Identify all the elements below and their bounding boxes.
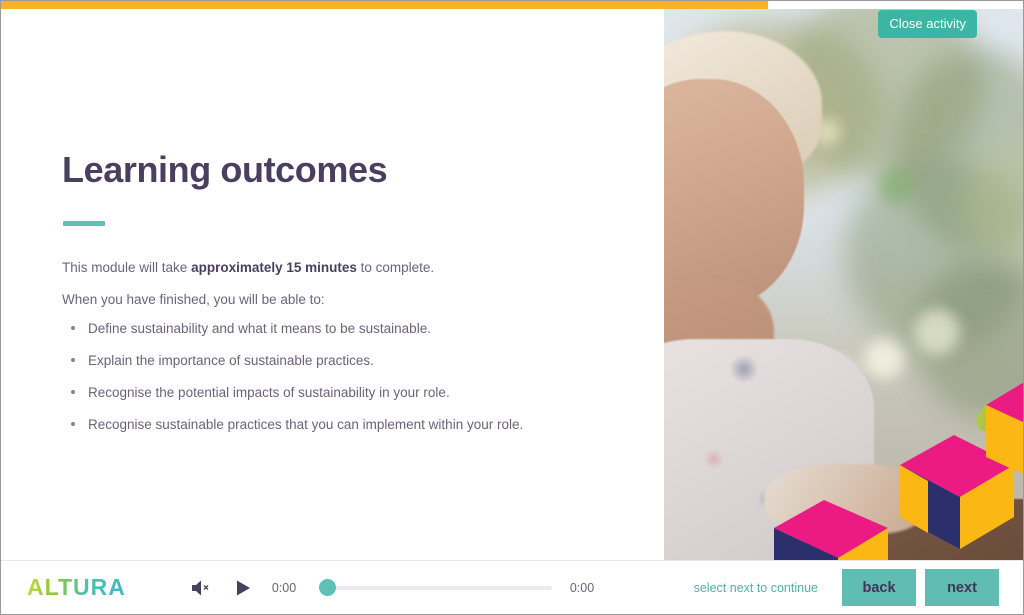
time-total: 0:00 [569,580,595,595]
time-elapsed: 0:00 [271,580,297,595]
play-icon[interactable] [226,573,260,603]
back-button[interactable]: back [842,569,916,606]
bokeh-light [864,339,904,379]
learning-outcome-item: Recognise the potential impacts of susta… [62,383,642,403]
speaker-muted-icon[interactable] [184,573,218,603]
intro-paragraph: This module will take approximately 15 m… [62,258,622,278]
intro-bold: approximately 15 minutes [191,260,357,275]
intro-suffix: to complete. [356,260,435,275]
learning-outcome-item: Define sustainability and what it means … [62,319,642,339]
close-activity-button[interactable]: Close activity [878,10,977,38]
course-player-window: Learning outcomes This module will take … [0,0,1024,615]
module-progress-fill [1,1,768,9]
playback-slider[interactable] [318,578,552,596]
next-button[interactable]: next [925,569,999,606]
module-progress-bar [1,1,1023,9]
bokeh-light [914,309,960,355]
isometric-cube-graphic [986,379,1023,509]
slide-stage: Learning outcomes This module will take … [1,9,1023,560]
intro-prefix: This module will take [62,260,192,275]
learning-outcomes-list: Define sustainability and what it means … [62,319,642,447]
bokeh-light [879,169,913,203]
learning-outcome-item: Explain the importance of sustainable pr… [62,351,642,371]
continue-hint: select next to continue [693,580,818,595]
learning-outcome-item: Recognise sustainable practices that you… [62,415,642,435]
playback-slider-handle[interactable] [318,578,336,596]
slide-image-panel [664,9,1023,560]
background-photo [664,9,1023,560]
player-control-bar: ALTURA 0:00 0:00 select next to continue… [1,560,1023,614]
title-accent-rule [63,221,105,226]
altura-logo: ALTURA [27,574,126,600]
slide-text-panel: Learning outcomes This module will take … [1,9,664,560]
isometric-cube-graphic [764,494,904,560]
audio-controls: 0:00 0:00 [184,573,606,603]
intro-second-paragraph: When you have finished, you will be able… [62,292,325,307]
page-title: Learning outcomes [62,149,388,190]
